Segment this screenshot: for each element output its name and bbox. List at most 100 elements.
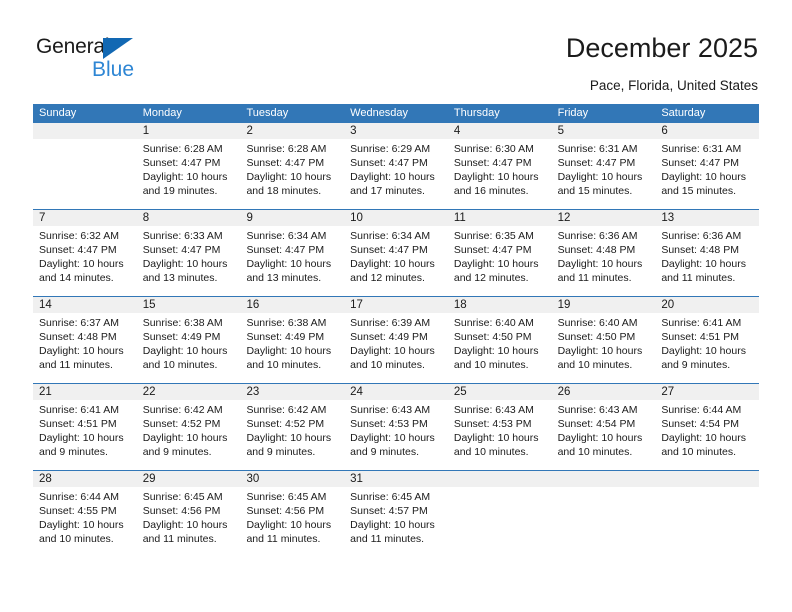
sunrise-text: Sunrise: 6:45 AM	[142, 491, 223, 503]
daylight-text-line1: Daylight: 10 hours	[453, 432, 539, 444]
day-details: Sunrise: 6:38 AM Sunset: 4:49 PM Daylight:…	[246, 313, 338, 372]
day-number: 22	[142, 386, 156, 398]
day-number: 15	[142, 299, 156, 311]
calendar-day-cell[interactable]: 20 Sunrise: 6:41 AM Sunset: 4:51 PM Dayligh…	[655, 297, 759, 383]
calendar-weeks: 1 Sunrise: 6:28 AM Sunset: 4:47 PM Daylight…	[33, 123, 759, 557]
day-details: Sunrise: 6:43 AM Sunset: 4:53 PM Daylight:…	[454, 400, 546, 459]
calendar-day-cell[interactable]: 3 Sunrise: 6:29 AM Sunset: 4:47 PM Daylight…	[344, 123, 448, 209]
calendar-grid: Sunday Monday Tuesday Wednesday Thursday Frid…	[33, 104, 759, 557]
sunrise-text: Sunrise: 6:44 AM	[39, 491, 119, 503]
sunrise-text: Sunrise: 6:44 AM	[661, 404, 742, 416]
sunset-text: Sunset: 4:48 PM	[661, 244, 739, 256]
calendar-day-cell[interactable]: 19 Sunrise: 6:40 AM Sunset: 4:50 PM Dayligh…	[552, 297, 656, 383]
calendar-day-cell[interactable]: 17 Sunrise: 6:39 AM Sunset: 4:49 PM Dayligh…	[344, 297, 448, 383]
day-number: 9	[246, 212, 253, 224]
calendar-day-cell[interactable]: 8 Sunrise: 6:33 AM Sunset: 4:47 PM Daylight…	[137, 210, 241, 296]
page-subtitle: Pace, Florida, United States	[589, 78, 758, 93]
calendar-day-cell[interactable]: 26 Sunrise: 6:43 AM Sunset: 4:54 PM Dayligh…	[552, 384, 656, 470]
day-details: Sunrise: 6:40 AM Sunset: 4:50 PM Daylight:…	[454, 313, 546, 372]
calendar-day-cell[interactable]: 22 Sunrise: 6:42 AM Sunset: 4:52 PM Dayligh…	[137, 384, 241, 470]
daylight-text-line1: Daylight: 10 hours	[142, 432, 228, 444]
day-details: Sunrise: 6:43 AM Sunset: 4:54 PM Daylight:…	[558, 400, 650, 459]
day-details: Sunrise: 6:31 AM Sunset: 4:47 PM Daylight:…	[558, 139, 650, 198]
calendar-day-cell[interactable]: 10 Sunrise: 6:34 AM Sunset: 4:47 PM Dayligh…	[344, 210, 448, 296]
day-details: Sunrise: 6:45 AM Sunset: 4:57 PM Daylight:…	[350, 487, 442, 546]
day-details: Sunrise: 6:35 AM Sunset: 4:47 PM Daylight:…	[454, 226, 546, 285]
sunset-text: Sunset: 4:56 PM	[142, 505, 221, 517]
day-details: Sunrise: 6:32 AM Sunset: 4:47 PM Daylight:…	[39, 226, 131, 285]
calendar-week-row: 1 Sunrise: 6:28 AM Sunset: 4:47 PM Daylight…	[33, 123, 759, 209]
calendar-day-cell[interactable]: 7 Sunrise: 6:32 AM Sunset: 4:47 PM Daylight…	[33, 210, 137, 296]
daylight-text-line1: Daylight: 10 hours	[350, 519, 435, 531]
daylight-text-line1: Daylight: 10 hours	[39, 258, 124, 270]
calendar-day-cell[interactable]: 1 Sunrise: 6:28 AM Sunset: 4:47 PM Daylight…	[137, 123, 241, 209]
day-number: 4	[453, 125, 461, 137]
day-details: Sunrise: 6:45 AM Sunset: 4:56 PM Daylight:…	[143, 487, 235, 546]
calendar-day-cell[interactable]: 25 Sunrise: 6:43 AM Sunset: 4:53 PM Dayligh…	[448, 384, 552, 470]
calendar-day-cell[interactable]: 9 Sunrise: 6:34 AM Sunset: 4:47 PM Daylight…	[240, 210, 344, 296]
sunrise-text: Sunrise: 6:30 AM	[453, 143, 534, 155]
day-details: Sunrise: 6:33 AM Sunset: 4:47 PM Daylight:…	[143, 226, 235, 285]
daylight-text-line1: Daylight: 10 hours	[350, 345, 435, 357]
sunset-text: Sunset: 4:47 PM	[350, 157, 428, 169]
calendar-day-cell[interactable]: 12 Sunrise: 6:36 AM Sunset: 4:48 PM Dayligh…	[552, 210, 656, 296]
sunset-text: Sunset: 4:50 PM	[557, 331, 636, 343]
calendar-day-cell[interactable]: 28 Sunrise: 6:44 AM Sunset: 4:55 PM Dayligh…	[33, 471, 137, 557]
calendar-day-cell[interactable]: 30 Sunrise: 6:45 AM Sunset: 4:56 PM Dayligh…	[240, 471, 344, 557]
day-number: 28	[39, 473, 52, 485]
calendar-day-cell[interactable]: 5 Sunrise: 6:31 AM Sunset: 4:47 PM Daylight…	[552, 123, 656, 209]
calendar-day-cell[interactable]: 11 Sunrise: 6:35 AM Sunset: 4:47 PM Dayligh…	[448, 210, 552, 296]
daylight-text-line2: and 11 minutes.	[142, 533, 217, 545]
calendar-day-cell[interactable]: 24 Sunrise: 6:43 AM Sunset: 4:53 PM Dayligh…	[344, 384, 448, 470]
daylight-text-line1: Daylight: 10 hours	[557, 345, 643, 357]
sunrise-text: Sunrise: 6:41 AM	[661, 317, 742, 329]
calendar-week-row: 28 Sunrise: 6:44 AM Sunset: 4:55 PM Dayligh…	[33, 470, 759, 557]
daylight-text-line1: Daylight: 10 hours	[661, 432, 746, 444]
sunset-text: Sunset: 4:53 PM	[350, 418, 428, 430]
daylight-text-line2: and 10 minutes.	[453, 446, 529, 458]
day-details: Sunrise: 6:44 AM Sunset: 4:55 PM Daylight:…	[39, 487, 131, 546]
calendar-day-cell[interactable]: 16 Sunrise: 6:38 AM Sunset: 4:49 PM Dayligh…	[240, 297, 344, 383]
calendar-day-cell[interactable]: 29 Sunrise: 6:45 AM Sunset: 4:56 PM Dayligh…	[137, 471, 241, 557]
calendar-day-cell[interactable]: 18 Sunrise: 6:40 AM Sunset: 4:50 PM Dayligh…	[448, 297, 552, 383]
sunrise-text: Sunrise: 6:31 AM	[557, 143, 638, 155]
sunset-text: Sunset: 4:49 PM	[142, 331, 221, 343]
daylight-text-line1: Daylight: 10 hours	[661, 258, 746, 270]
day-details: Sunrise: 6:41 AM Sunset: 4:51 PM Daylight:…	[39, 400, 131, 459]
daylight-text-line2: and 10 minutes.	[246, 359, 322, 371]
calendar-day-cell[interactable]: 6 Sunrise: 6:31 AM Sunset: 4:47 PM Daylight…	[655, 123, 759, 209]
calendar-day-cell[interactable]: 13 Sunrise: 6:36 AM Sunset: 4:48 PM Dayligh…	[655, 210, 759, 296]
calendar-day-cell[interactable]: 2 Sunrise: 6:28 AM Sunset: 4:47 PM Daylight…	[240, 123, 344, 209]
weekday-header-thursday: Thursday	[453, 107, 500, 119]
daylight-text-line1: Daylight: 10 hours	[557, 171, 643, 183]
sunrise-text: Sunrise: 6:36 AM	[661, 230, 742, 242]
calendar-day-cell[interactable]: 4 Sunrise: 6:30 AM Sunset: 4:47 PM Daylight…	[448, 123, 552, 209]
calendar-day-cell[interactable]: 15 Sunrise: 6:38 AM Sunset: 4:49 PM Dayligh…	[137, 297, 241, 383]
daylight-text-line2: and 16 minutes.	[453, 185, 529, 197]
calendar-day-cell[interactable]: 21 Sunrise: 6:41 AM Sunset: 4:51 PM Dayligh…	[33, 384, 137, 470]
day-details: Sunrise: 6:40 AM Sunset: 4:50 PM Daylight:…	[558, 313, 650, 372]
sunset-text: Sunset: 4:50 PM	[453, 331, 532, 343]
daylight-text-line1: Daylight: 10 hours	[350, 258, 435, 270]
daylight-text-line1: Daylight: 10 hours	[661, 345, 746, 357]
sunset-text: Sunset: 4:51 PM	[39, 418, 117, 430]
page-title: December 2025	[565, 33, 758, 63]
daylight-text-line1: Daylight: 10 hours	[246, 171, 332, 183]
sunrise-text: Sunrise: 6:33 AM	[142, 230, 223, 242]
calendar-day-cell[interactable]: 31 Sunrise: 6:45 AM Sunset: 4:57 PM Dayligh…	[344, 471, 448, 557]
sunrise-text: Sunrise: 6:36 AM	[557, 230, 638, 242]
day-details: Sunrise: 6:42 AM Sunset: 4:52 PM Daylight:…	[246, 400, 338, 459]
daylight-text-line2: and 13 minutes.	[142, 272, 218, 284]
sunrise-text: Sunrise: 6:38 AM	[246, 317, 327, 329]
weekday-header-saturday: Saturday	[661, 107, 706, 119]
calendar-day-cell[interactable]: 27 Sunrise: 6:44 AM Sunset: 4:54 PM Dayligh…	[655, 384, 759, 470]
sunrise-text: Sunrise: 6:43 AM	[453, 404, 534, 416]
brand-logo[interactable]: General Blue	[36, 34, 166, 84]
week-cells: 14 Sunrise: 6:37 AM Sunset: 4:48 PM Dayligh…	[33, 297, 759, 383]
calendar-day-cell[interactable]: 14 Sunrise: 6:37 AM Sunset: 4:48 PM Dayligh…	[33, 297, 137, 383]
day-number: 25	[453, 386, 467, 398]
calendar-day-cell[interactable]: 23 Sunrise: 6:42 AM Sunset: 4:52 PM Dayligh…	[240, 384, 344, 470]
daylight-text-line1: Daylight: 10 hours	[453, 345, 539, 357]
day-details: Sunrise: 6:29 AM Sunset: 4:47 PM Daylight:…	[350, 139, 442, 198]
daylight-text-line2: and 10 minutes.	[39, 533, 114, 545]
